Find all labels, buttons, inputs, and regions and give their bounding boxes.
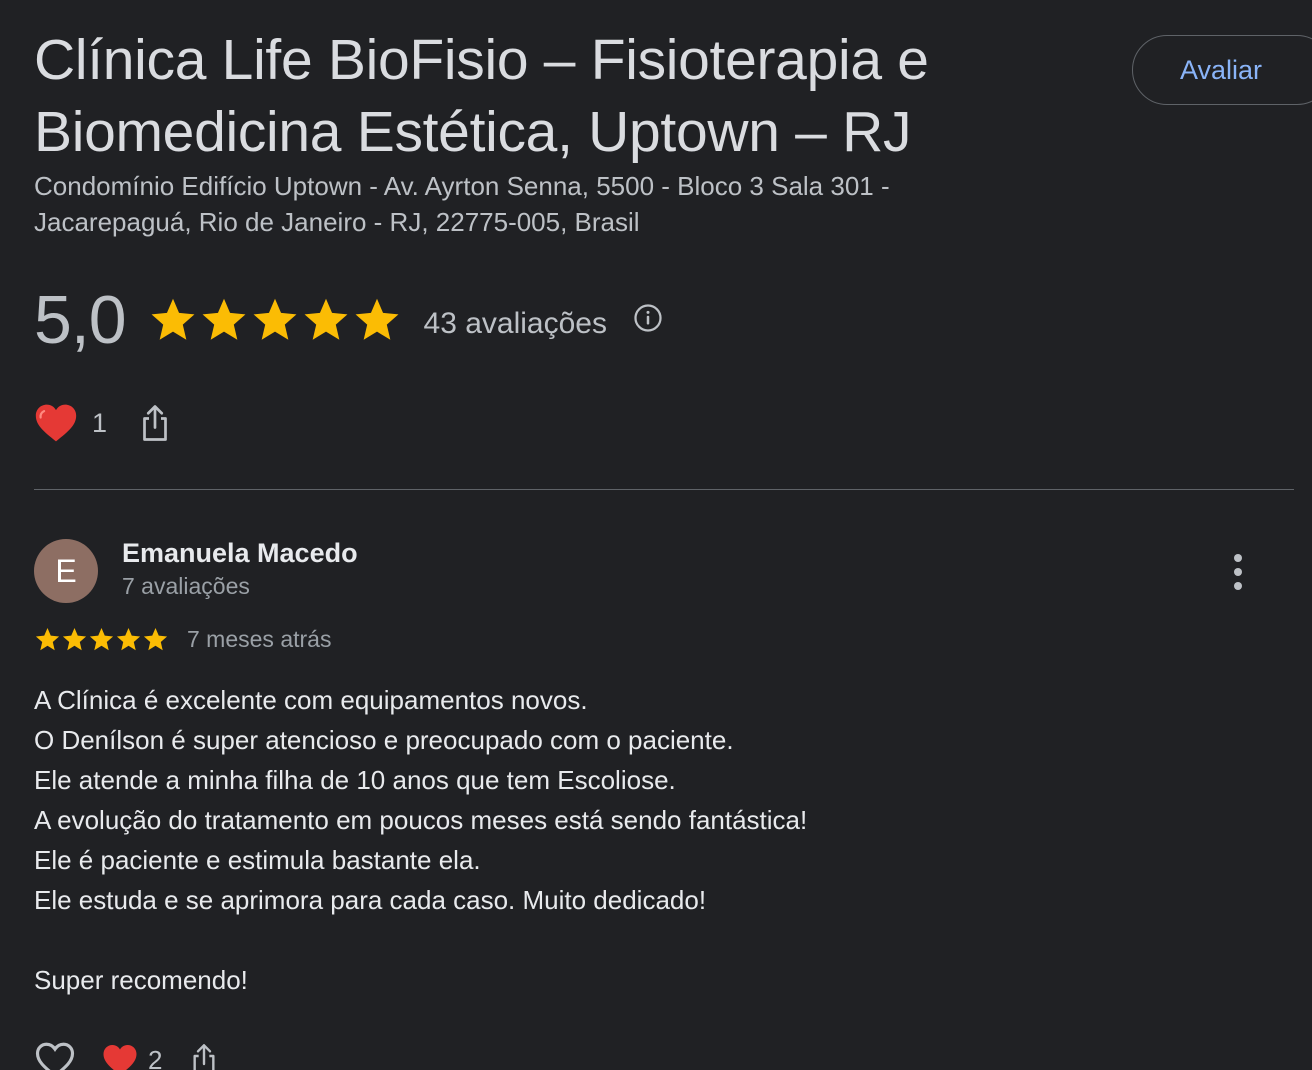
review-line: Super recomendo! <box>34 965 248 995</box>
star-icon <box>143 628 168 651</box>
review-line: Ele atende a minha filha de 10 anos que … <box>34 765 676 795</box>
review-line: A Clínica é excelente com equipamentos n… <box>34 685 588 715</box>
share-icon[interactable] <box>137 403 173 443</box>
review-line-break <box>34 920 1134 960</box>
star-icon <box>202 298 245 340</box>
review-line: Ele é paciente e estimula bastante ela. <box>34 845 481 875</box>
star-icon <box>89 628 114 651</box>
share-icon[interactable] <box>188 1042 220 1070</box>
heart-outline-icon[interactable] <box>34 1040 76 1070</box>
review-actions: 2 <box>34 1040 220 1070</box>
rating-score: 5,0 <box>34 282 127 358</box>
review-line: O Denílson é super atencioso e preocupad… <box>34 725 734 755</box>
place-reviews-panel: Clínica Life BioFisio – Fisioterapia e B… <box>0 0 1312 1070</box>
like-count: 1 <box>92 407 108 438</box>
review-line: A evolução do tratamento em poucos meses… <box>34 805 808 835</box>
info-icon[interactable] <box>633 303 663 333</box>
place-title: Clínica Life BioFisio – Fisioterapia e B… <box>34 28 929 164</box>
place-actions: 1 <box>34 402 173 444</box>
star-icon <box>304 298 347 340</box>
heart-icon[interactable] <box>34 402 78 444</box>
avatar[interactable]: E <box>34 539 98 603</box>
review-rating: 7 meses atrás <box>34 626 331 653</box>
star-icon <box>116 628 141 651</box>
review-stars <box>34 626 169 653</box>
review-line: Ele estuda e se aprimora para cada caso.… <box>34 885 707 915</box>
more-vert-icon[interactable] <box>1226 552 1250 592</box>
star-icon <box>62 628 87 651</box>
star-icon <box>35 628 60 651</box>
place-address: Condomínio Edifício Uptown - Av. Ayrton … <box>34 171 890 237</box>
rating-stars <box>148 295 402 345</box>
reviewer-name[interactable]: Emanuela Macedo <box>122 538 358 569</box>
reviewer-review-count: 7 avaliações <box>122 573 250 599</box>
rating-summary: 5,0 43 avaliações <box>34 280 663 360</box>
review-like-count: 2 <box>148 1044 163 1070</box>
star-icon <box>355 298 398 340</box>
star-icon <box>253 298 296 340</box>
star-icon <box>151 298 194 340</box>
divider <box>34 489 1294 490</box>
heart-icon[interactable] <box>102 1043 138 1070</box>
rate-button[interactable]: Avaliar <box>1132 35 1312 105</box>
review-count-link[interactable]: 43 avaliações <box>424 307 607 341</box>
review-time: 7 meses atrás <box>187 626 332 652</box>
review-text: A Clínica é excelente com equipamentos n… <box>34 680 1134 1000</box>
